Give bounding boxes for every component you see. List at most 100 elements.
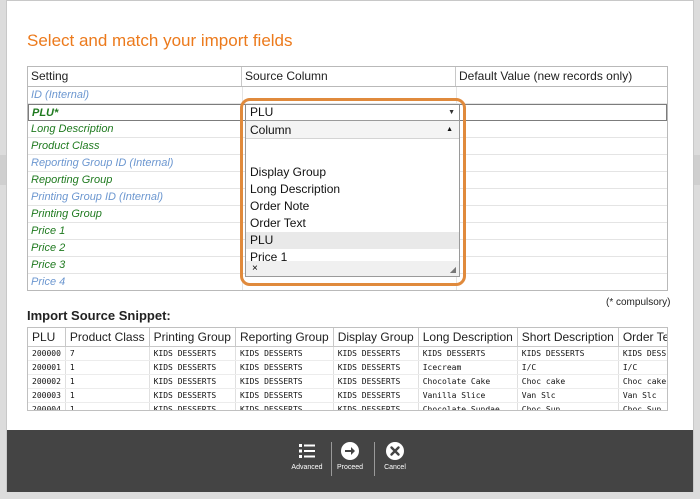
default-value-cell[interactable] [456, 274, 667, 290]
snippet-row: 200003 1 KIDS DESSERTS KIDS DESSERTS KIDS DE… [28, 388, 667, 403]
dropdown-option[interactable]: Display Group [246, 164, 459, 181]
snippet-cell: 1 [65, 402, 150, 410]
cancel-button[interactable]: Cancel [375, 441, 415, 471]
dropdown-option[interactable]: PLU [246, 232, 459, 249]
compulsory-note: (* compulsory) [606, 297, 671, 308]
snippet-cell: Van Slc [517, 388, 619, 403]
mapping-header-row: Setting Source Column Default Value (new… [28, 67, 667, 87]
snippet-cell: 200003 [28, 388, 66, 403]
dropdown-option[interactable]: Order Text [246, 215, 459, 232]
snippet-cell: KIDS DESSERTS [149, 360, 236, 375]
snippet-column-header: PLU [28, 328, 66, 347]
snippet-cell: 1 [65, 360, 150, 375]
snippet-cell: KIDS DESSERTS [235, 374, 334, 389]
default-value-cell[interactable] [456, 138, 667, 154]
dropdown-footer: × ◢ [246, 261, 459, 276]
bottom-toolbar: Advanced Proceed Cancel [7, 430, 693, 492]
snippet-cell: KIDS DESSERTS [235, 346, 334, 361]
snippet-row: 200002 1 KIDS DESSERTS KIDS DESSERTS KIDS DE… [28, 374, 667, 389]
chevron-down-icon[interactable]: ▼ [448, 105, 455, 120]
advanced-label: Advanced [291, 464, 323, 471]
snippet-cell: KIDS DESSERTS [517, 346, 619, 361]
snippet-cell: 200001 [28, 360, 66, 375]
snippet-cell: 200000 [28, 346, 66, 361]
setting-label: Printing Group [31, 208, 102, 220]
snippet-row: 200004 1 KIDS DESSERTS KIDS DESSERTS KIDS DE… [28, 402, 667, 410]
snippet-table: PLU Product Class Printing Group Reporting … [28, 328, 667, 410]
arrow-right-circle-icon [341, 442, 359, 460]
header-default-value[interactable]: Default Value (new records only) [456, 67, 667, 86]
snippet-cell: Choc Sun [517, 402, 619, 410]
snippet-cell: 200004 [28, 402, 66, 410]
setting-label: Printing Group ID (Internal) [31, 191, 164, 203]
snippet-cell: 7 [65, 346, 150, 361]
header-setting[interactable]: Setting [28, 67, 242, 86]
proceed-button[interactable]: Proceed [330, 441, 370, 471]
source-column-dropdown: Column ▲ Display Group Long Description Or… [245, 120, 460, 277]
default-value-cell[interactable] [456, 121, 667, 137]
snippet-row: 200000 7 KIDS DESSERTS KIDS DESSERTS KIDS DE… [28, 346, 667, 361]
snippet-row: 200001 1 KIDS DESSERTS KIDS DESSERTS KIDS DE… [28, 360, 667, 375]
snippet-cell: 1 [65, 374, 150, 389]
setting-label: Price 1 [31, 225, 66, 237]
default-value-cell[interactable] [456, 87, 667, 103]
snippet-cell: Choc cake [618, 374, 667, 389]
setting-label: ID (Internal) [31, 89, 90, 101]
default-value-cell[interactable] [456, 206, 667, 222]
snippet-cell: KIDS DESSERTS [333, 360, 419, 375]
plu-source-column-select[interactable]: PLU ▼ [245, 104, 460, 121]
snippet-cell: KIDS DESSERTS [149, 388, 236, 403]
setting-label: Reporting Group [31, 174, 113, 186]
dialog-title: Select and match your import fields [27, 31, 293, 50]
snippet-cell: Choc Sun [618, 402, 667, 410]
dropdown-header[interactable]: Column ▲ [246, 121, 459, 139]
snippet-cell: Van Slc [618, 388, 667, 403]
list-icon [299, 444, 315, 458]
snippet-cell: KIDS DESSERTS [235, 388, 334, 403]
setting-label: Price 2 [31, 242, 66, 254]
snippet-cell: KIDS DESSERTS [333, 374, 419, 389]
snippet-cell: 200002 [28, 374, 66, 389]
setting-label: PLU* [32, 107, 59, 119]
snippet-column-header: Long Description [418, 328, 518, 347]
snippet-cell: KIDS DESSERTS [149, 346, 236, 361]
default-value-cell[interactable] [456, 172, 667, 188]
snippet-cell: KIDS DESSERTS [235, 360, 334, 375]
import-fields-dialog: Select and match your import fields Sett… [6, 0, 694, 492]
snippet-column-header: Printing Group [149, 328, 236, 347]
setting-label: Product Class [31, 140, 100, 152]
default-value-cell[interactable] [456, 240, 667, 256]
chevron-up-icon[interactable]: ▲ [446, 121, 453, 139]
default-value-cell[interactable] [456, 189, 667, 205]
default-value-cell[interactable] [456, 155, 667, 171]
proceed-label: Proceed [336, 464, 364, 471]
dropdown-option[interactable]: Order Note [246, 198, 459, 215]
snippet-column-header: Order Text [618, 328, 667, 347]
snippet-column-header: Display Group [333, 328, 419, 347]
snippet-cell: KIDS DESSERTS [618, 346, 667, 361]
setting-label: Price 4 [31, 276, 66, 288]
snippet-cell: Vanilla Slice [418, 388, 518, 403]
import-source-snippet[interactable]: PLU Product Class Printing Group Reporting … [27, 327, 668, 411]
snippet-cell: KIDS DESSERTS [149, 374, 236, 389]
snippet-cell: Choc cake [517, 374, 619, 389]
snippet-cell: I/C [618, 360, 667, 375]
default-value-cell[interactable] [456, 223, 667, 239]
clear-selection-icon[interactable]: × [252, 261, 258, 276]
dropdown-option[interactable]: Long Description [246, 181, 459, 198]
default-value-cell[interactable] [456, 257, 667, 273]
header-source-column[interactable]: Source Column [242, 67, 456, 86]
setting-label: Price 3 [31, 259, 66, 271]
snippet-cell: KIDS DESSERTS [418, 346, 518, 361]
selected-source-value: PLU [250, 105, 274, 119]
setting-label: Long Description [31, 123, 114, 135]
resize-grip-icon[interactable]: ◢ [450, 265, 456, 274]
snippet-column-header: Product Class [65, 328, 150, 347]
dropdown-empty-option[interactable] [246, 139, 459, 164]
snippet-cell: Chocolate Cake [418, 374, 518, 389]
advanced-button[interactable]: Advanced [287, 441, 327, 471]
snippet-cell: KIDS DESSERTS [235, 402, 334, 410]
snippet-column-header: Short Description [517, 328, 619, 347]
snippet-column-header: Reporting Group [235, 328, 334, 347]
default-value-cell[interactable] [457, 105, 667, 121]
